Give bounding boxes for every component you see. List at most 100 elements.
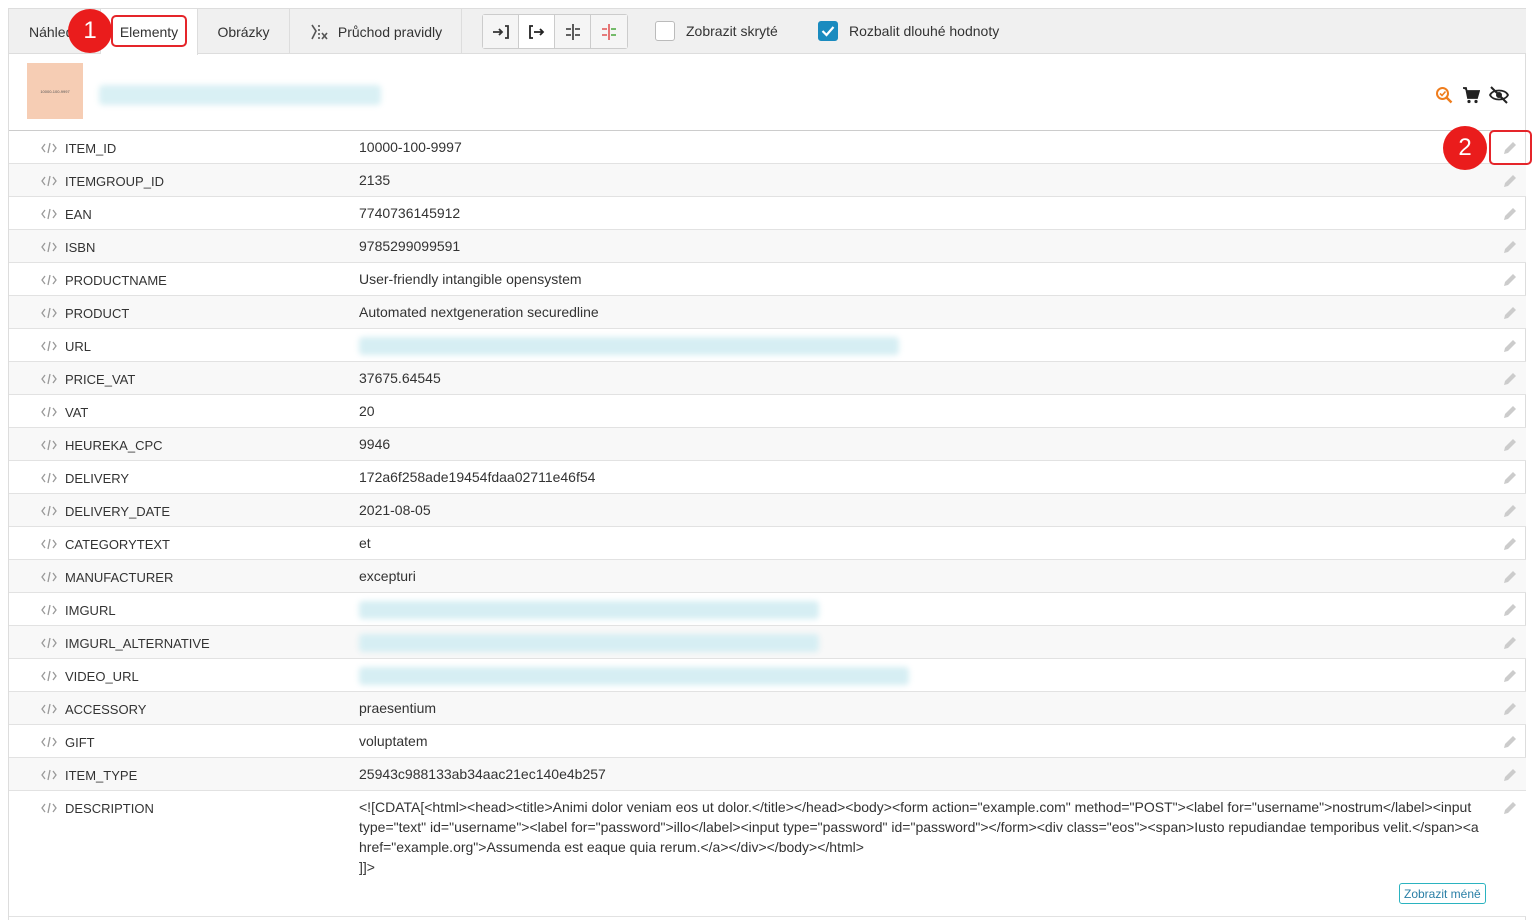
row-value: voluptatem (359, 733, 428, 749)
pencil-icon[interactable] (1501, 238, 1519, 256)
code-icon (41, 735, 57, 749)
pencil-icon[interactable] (1501, 601, 1519, 619)
row-value: 2135 (359, 172, 391, 188)
pencil-icon[interactable] (1501, 535, 1519, 553)
rules-flow-icon (311, 24, 328, 40)
row-key: HEUREKA_CPC (65, 438, 163, 453)
pencil-icon[interactable] (1501, 205, 1519, 223)
step-marker-1: 1 (68, 9, 112, 53)
tab-bar: Náhled Elementy Obrázky Průchod pravidly (9, 9, 1526, 55)
show-hidden-box[interactable] (655, 21, 675, 41)
row-value: et (359, 535, 371, 551)
table-row: ACCESSORY praesentium (9, 692, 1526, 725)
split-button[interactable] (555, 15, 591, 48)
row-key: CATEGORYTEXT (65, 537, 170, 552)
checkmark-icon (821, 26, 835, 37)
pencil-icon[interactable] (1501, 370, 1519, 388)
expand-long-label: Rozbalit dlouhé hodnoty (849, 23, 1000, 39)
pencil-icon[interactable] (1501, 766, 1519, 784)
row-key: DELIVERY_DATE (65, 504, 171, 519)
code-icon (41, 405, 57, 419)
table-row: PRICE_VAT 37675.64545 (9, 362, 1526, 395)
code-icon (41, 306, 57, 320)
row-value: 37675.64545 (359, 370, 441, 386)
pencil-icon[interactable] (1501, 634, 1519, 652)
row-key: MANUFACTURER (65, 570, 174, 585)
eye-off-icon (1489, 86, 1509, 104)
table-row: ITEMGROUP_ID 2135 (9, 164, 1526, 197)
cart-icon (1463, 87, 1480, 104)
export-button[interactable] (519, 15, 555, 48)
pencil-icon[interactable] (1501, 733, 1519, 751)
pencil-icon[interactable] (1501, 667, 1519, 685)
pencil-icon[interactable] (1501, 502, 1519, 520)
table-row: VAT 20 (9, 395, 1526, 428)
pencil-icon[interactable] (1501, 436, 1519, 454)
hide-button[interactable] (1489, 85, 1509, 105)
row-key: URL (65, 339, 92, 354)
tab-preview-label: Náhled (29, 23, 74, 40)
table-row: PRODUCTNAME User-friendly intangible ope… (9, 263, 1526, 296)
search-check-icon (1436, 87, 1453, 104)
code-icon (41, 471, 57, 485)
product-thumbnail: 10000-100-9997 (27, 63, 83, 119)
import-button[interactable] (483, 15, 519, 48)
pencil-icon[interactable] (1501, 337, 1519, 355)
row-value: Automated nextgeneration securedline (359, 304, 599, 320)
code-icon (41, 669, 57, 683)
pencil-icon[interactable] (1501, 568, 1519, 586)
split-color-button[interactable] (591, 15, 627, 48)
export-icon (528, 24, 544, 39)
show-hidden-checkbox[interactable]: Zobrazit skryté (655, 21, 778, 41)
row-key: ISBN (65, 240, 96, 255)
row-key: GIFT (65, 735, 95, 750)
row-value: excepturi (359, 568, 416, 584)
table-row: ITEM_TYPE 25943c988133ab34aac21ec140e4b2… (9, 758, 1526, 791)
table-row: DELIVERY_DATE 2021-08-05 (9, 494, 1526, 527)
row-key: IMGURL_ALTERNATIVE (65, 636, 210, 651)
code-icon (41, 636, 57, 650)
row-value: <![CDATA[<html><head><title>Animi dolor … (359, 799, 1479, 875)
code-icon (41, 141, 57, 155)
table-row: VIDEO_URL (9, 659, 1526, 692)
table-row: URL (9, 329, 1526, 362)
pencil-icon[interactable] (1501, 799, 1519, 817)
row-value: 7740736145912 (359, 205, 461, 221)
split-icon (565, 23, 580, 40)
tab-images[interactable]: Obrázky (198, 9, 290, 54)
tab-rules[interactable]: Průchod pravidly (290, 9, 462, 54)
pencil-icon[interactable] (1501, 700, 1519, 718)
code-icon (41, 339, 57, 353)
row-value: User-friendly intangible opensystem (359, 271, 582, 287)
row-key: ACCESSORY (65, 702, 147, 717)
tab-rules-label: Průchod pravidly (337, 23, 443, 40)
pencil-icon[interactable] (1501, 403, 1519, 421)
row-key: IMGURL (65, 603, 116, 618)
code-icon (41, 702, 57, 716)
highlight-edit-icon (1489, 130, 1532, 165)
pencil-icon[interactable] (1501, 304, 1519, 322)
tab-images-label: Obrázky (217, 23, 270, 40)
redacted-imgurl-value (359, 601, 819, 619)
row-value: praesentium (359, 700, 437, 716)
table-row-description: DESCRIPTION <![CDATA[<html><head><title>… (9, 791, 1526, 917)
show-less-button[interactable]: Zobrazit méně (1399, 883, 1486, 904)
code-icon (41, 768, 57, 782)
pencil-icon[interactable] (1501, 172, 1519, 190)
code-icon (41, 504, 57, 518)
product-header: 10000-100-9997 (9, 55, 1526, 131)
table-row: ITEM_ID 10000-100-9997 (9, 131, 1526, 164)
code-icon (41, 537, 57, 551)
row-value: 25943c988133ab34aac21ec140e4b257 (359, 766, 606, 782)
pencil-icon[interactable] (1501, 469, 1519, 487)
search-check-button[interactable] (1434, 85, 1454, 105)
row-key: ITEMGROUP_ID (65, 174, 164, 189)
expand-long-box[interactable] (818, 21, 838, 41)
pencil-icon[interactable] (1501, 271, 1519, 289)
expand-long-checkbox[interactable]: Rozbalit dlouhé hodnoty (818, 21, 999, 41)
code-icon (41, 372, 57, 386)
cart-button[interactable] (1461, 85, 1481, 105)
table-row: ISBN 9785299099591 (9, 230, 1526, 263)
row-key: EAN (65, 207, 92, 222)
row-value: 2021-08-05 (359, 502, 431, 518)
